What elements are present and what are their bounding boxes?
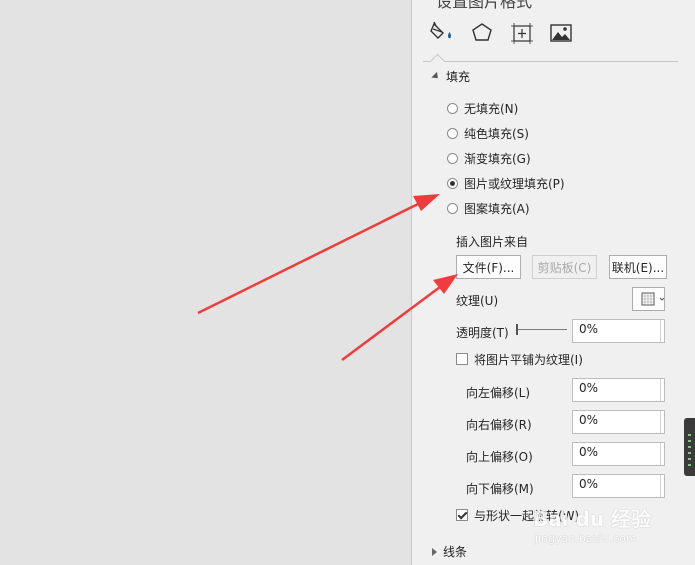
arrow-head-icon — [433, 274, 458, 294]
arrow-to-picture-fill — [197, 202, 419, 315]
baidu-watermark: Bai du 经验 — [533, 507, 652, 531]
annotation-arrows — [197, 194, 458, 362]
arrow-to-file-button — [341, 285, 441, 362]
baidu-watermark-url: jingyan.baidu.com — [535, 532, 637, 545]
arrow-head-icon — [413, 194, 440, 211]
